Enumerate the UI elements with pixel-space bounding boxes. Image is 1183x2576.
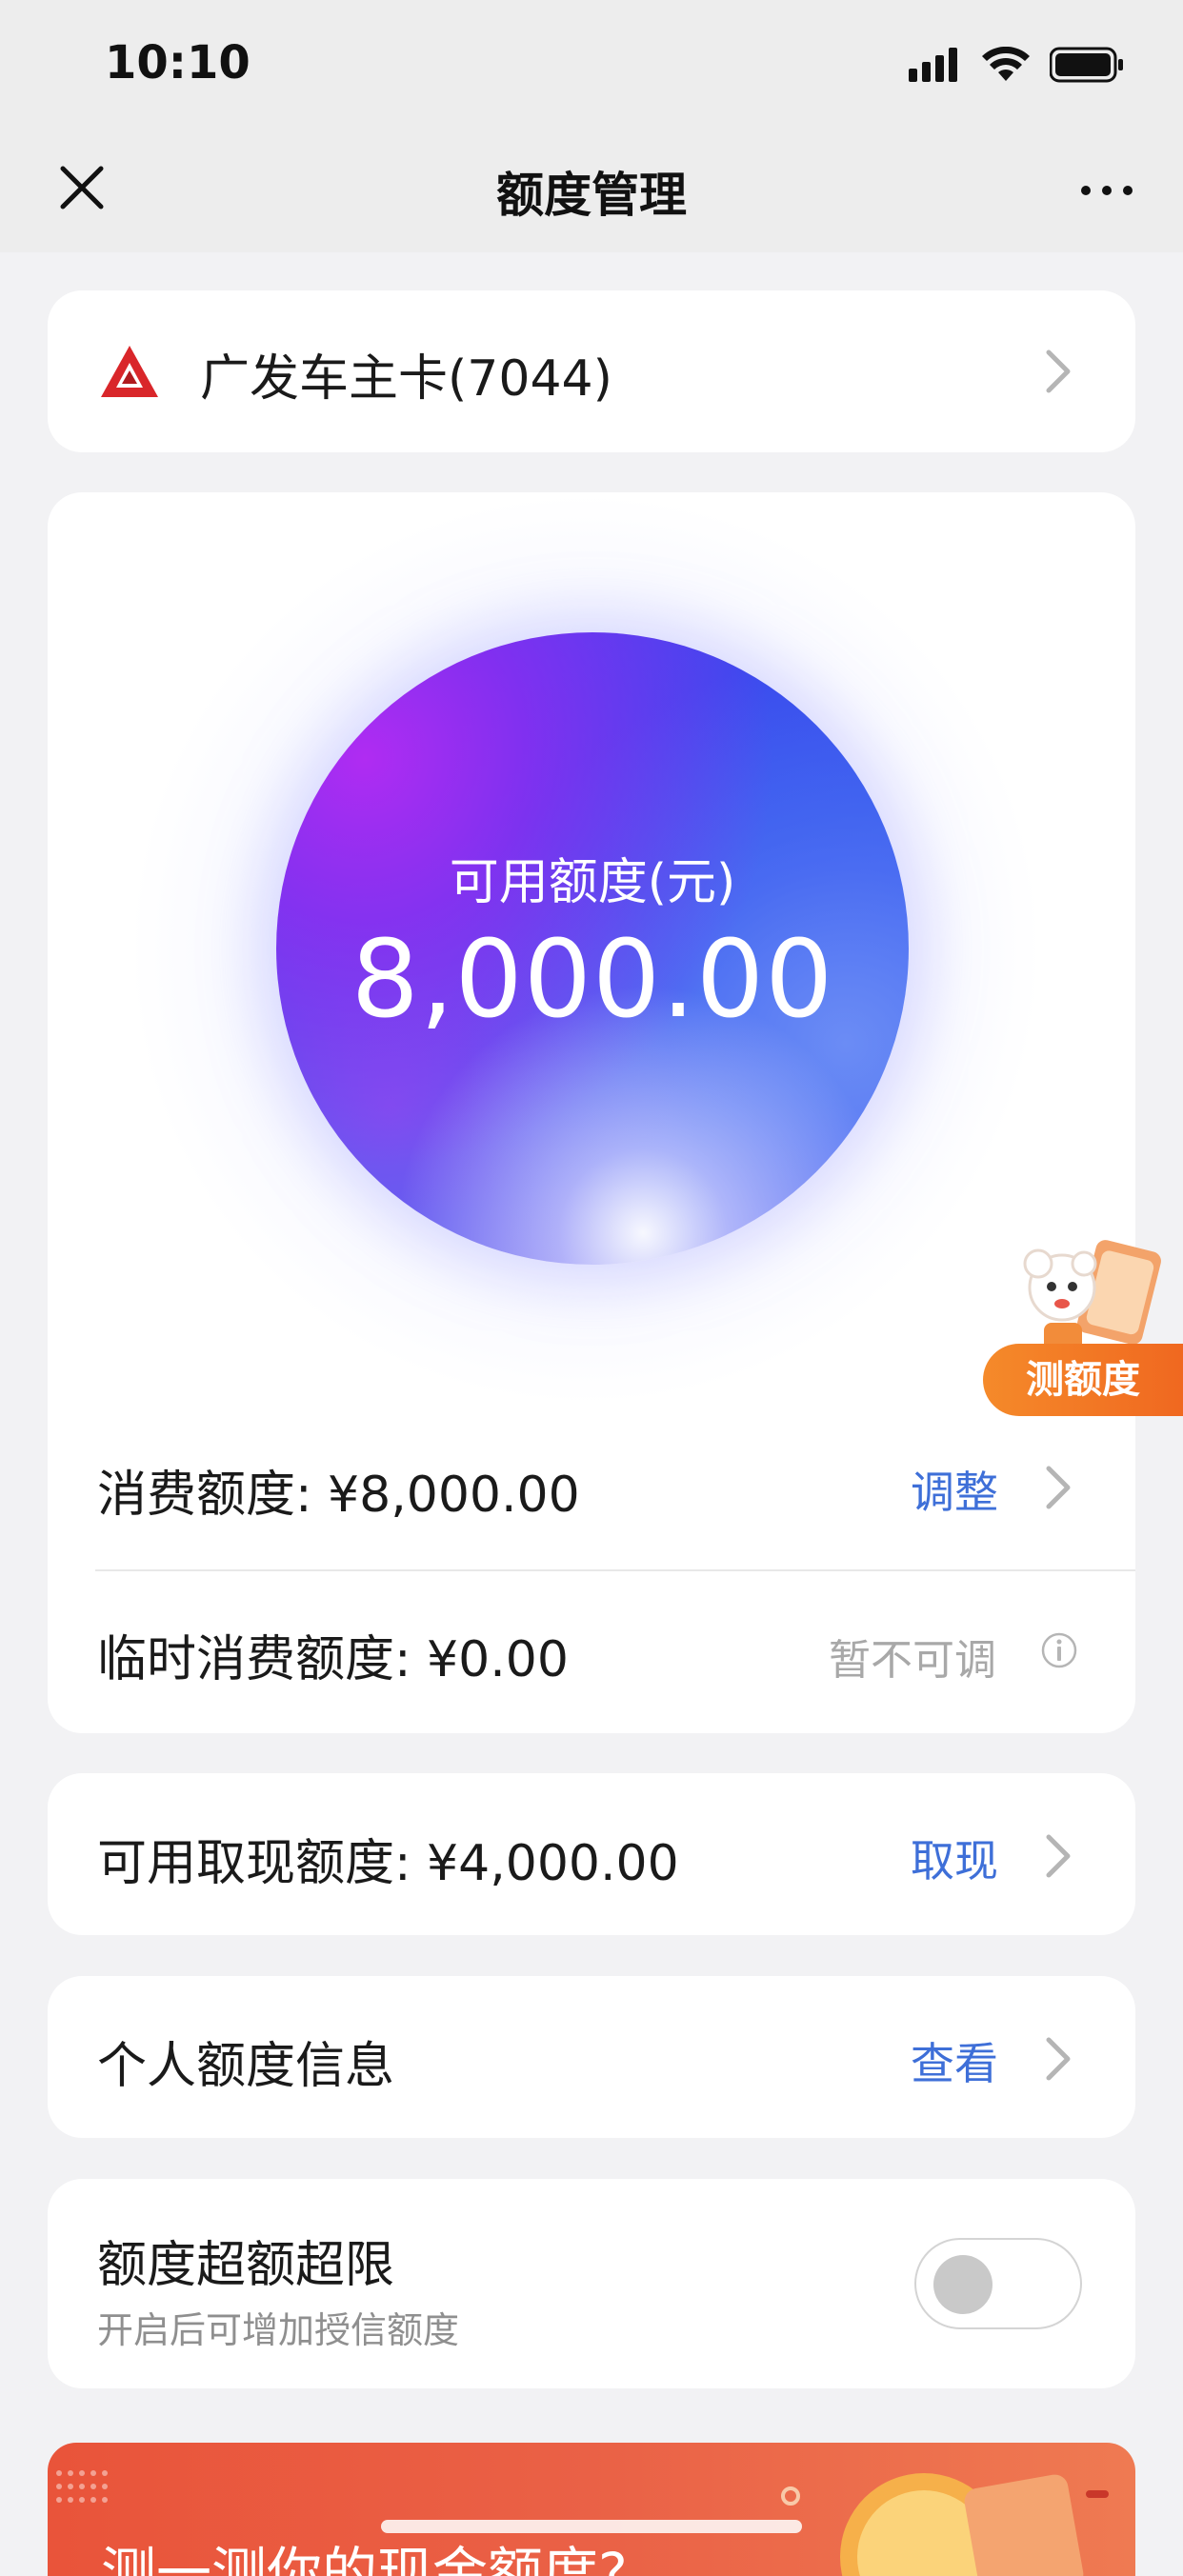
card-selector[interactable]: 广发车主卡(7044) (48, 290, 1135, 452)
chevron-right-icon[interactable] (1044, 1464, 1073, 1511)
overlimit-title: 额度超额超限 (97, 2237, 395, 2294)
chevron-right-icon (1046, 2037, 1071, 2081)
overlimit-toggle[interactable] (914, 2238, 1082, 2329)
personal-limit-label: 个人额度信息 (97, 2038, 395, 2095)
promo-banner-text: 测一测你的现金额度? (101, 2541, 628, 2576)
available-credit-orb: 可用额度(元) 8,000.00 (276, 632, 909, 1265)
status-icons (909, 46, 1126, 84)
toggle-knob (933, 2255, 993, 2314)
more-icon[interactable] (1078, 176, 1135, 205)
overlimit-subtitle: 开启后可增加授信额度 (97, 2309, 460, 2351)
card-name: 广发车主卡(7044) (200, 350, 612, 408)
credit-overview-card: 可用额度(元) 8,000.00 消费额度: ¥8,000.00 调整 临时消费… (48, 492, 1135, 1733)
credit-test-badge[interactable]: 测额度 (983, 1235, 1183, 1416)
overlimit-card: 额度超额超限 开启后可增加授信额度 (48, 2179, 1135, 2388)
promo-banner[interactable]: 测一测你的现金额度? (48, 2443, 1135, 2576)
page-title: 额度管理 (496, 168, 687, 223)
coin-illustration-icon (781, 2473, 1109, 2576)
withdraw-button[interactable]: 取现 (911, 1827, 998, 1889)
dots-pattern-icon (56, 2470, 108, 2503)
wifi-icon (982, 47, 1030, 81)
status-bar: 10:10 (0, 0, 1183, 129)
available-credit-value: 8,000.00 (351, 918, 834, 1042)
nav-bar: 额度管理 (0, 129, 1183, 252)
chevron-right-icon (1046, 1834, 1071, 1878)
info-icon[interactable] (1040, 1631, 1078, 1669)
bank-logo-icon (101, 346, 158, 397)
status-time: 10:10 (105, 36, 251, 90)
mascot-icon (1023, 1240, 1161, 1351)
consumption-limit-label: 消费额度: ¥8,000.00 (97, 1467, 580, 1524)
credit-test-label: 测额度 (983, 1344, 1183, 1416)
cash-limit-card[interactable]: 可用取现额度: ¥4,000.00 取现 (48, 1773, 1135, 1935)
home-indicator (381, 2520, 802, 2533)
adjust-button[interactable]: 调整 (911, 1458, 998, 1521)
divider (95, 1569, 1135, 1571)
cash-limit-label: 可用取现额度: ¥4,000.00 (97, 1835, 679, 1892)
temp-limit-status: 暂不可调 (829, 1636, 996, 1685)
signal-icon (909, 48, 957, 82)
available-credit-label: 可用额度(元) (449, 854, 736, 911)
chevron-right-icon (1046, 349, 1071, 393)
view-button[interactable]: 查看 (911, 2029, 998, 2092)
personal-limit-card[interactable]: 个人额度信息 查看 (48, 1976, 1135, 2138)
temp-limit-label: 临时消费额度: ¥0.00 (97, 1631, 569, 1688)
battery-icon (1050, 47, 1123, 83)
